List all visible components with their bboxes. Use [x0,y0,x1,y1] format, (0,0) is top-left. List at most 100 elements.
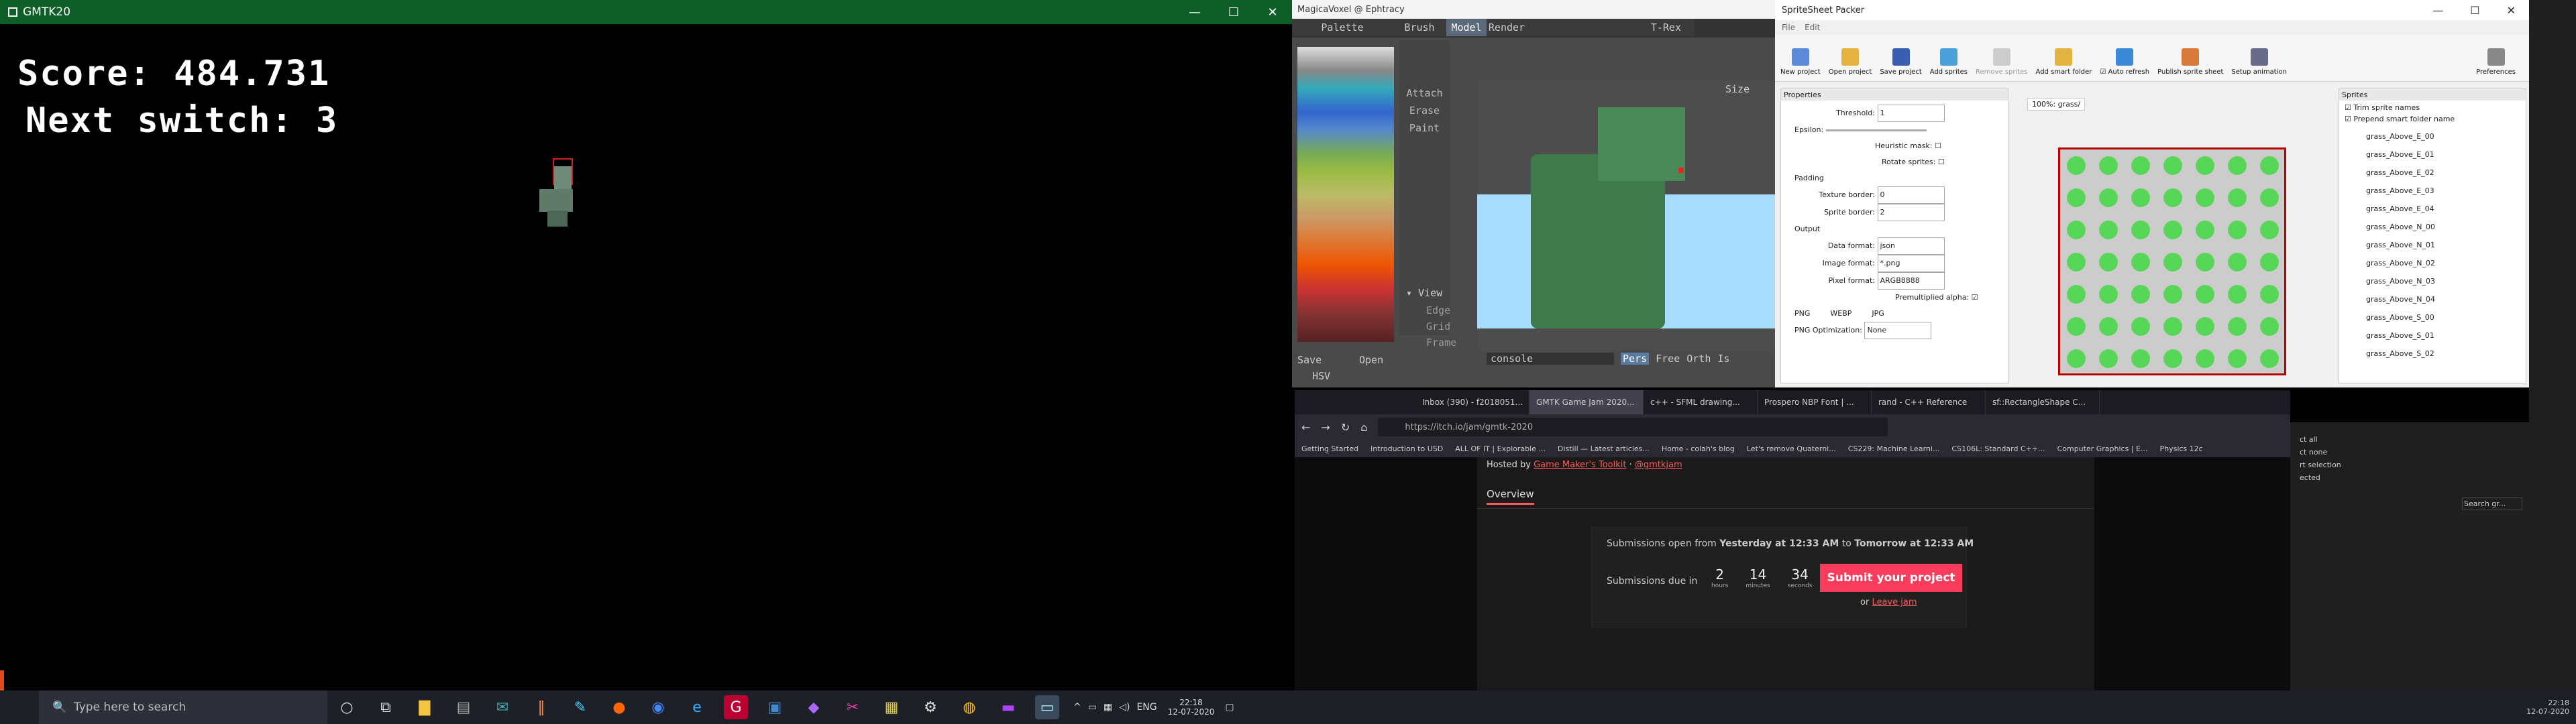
cam-iso[interactable]: Is [1717,353,1729,365]
mode-paint[interactable]: Paint [1409,122,1440,134]
language-label[interactable]: ENG [1136,702,1157,713]
preview-tab[interactable]: 100%: grass/ [2027,98,2086,111]
bookmark-item[interactable]: CS106L: Standard C++... [1951,444,2045,453]
sprite-list-item[interactable]: grass_Above_N_04 [2366,290,2526,308]
trim-names-checkbox[interactable]: Trim sprite names [2353,103,2420,112]
minimize-button[interactable]: — [1175,5,1214,19]
notifications-icon[interactable]: ▢ [1225,702,1234,713]
behind-item[interactable]: ected [2300,471,2529,484]
sprite-list-item[interactable]: grass_Above_E_02 [2366,164,2526,182]
browser-tab[interactable]: c++ - SFML drawing... [1644,390,1758,414]
mail-icon[interactable]: ✉ [490,695,515,719]
png-opt-select[interactable]: None [1864,322,1932,339]
sprite-list-item[interactable]: grass_Above_S_02 [2366,345,2526,363]
tab-png[interactable]: PNG [1794,306,1810,322]
tab-palette[interactable]: Palette [1292,19,1393,36]
home-button[interactable]: ⌂ [1360,421,1367,434]
pixel-format-select[interactable]: ARGB8888 [1877,272,1945,290]
epsilon-slider[interactable] [1825,129,1927,131]
bookmark-item[interactable]: Computer Graphics | E... [2057,444,2148,453]
cortana-icon[interactable]: ○ [335,695,359,719]
bookmark-item[interactable]: Home - colah's blog [1662,444,1735,453]
paint-icon[interactable]: ✎ [568,695,592,719]
texture-border-input[interactable]: 0 [1877,186,1945,204]
visual-studio-icon[interactable]: ◆ [802,695,826,719]
bookmark-item[interactable]: Physics 12c [2159,444,2202,453]
palette-save-button[interactable]: Save [1297,354,1338,366]
sprite-list-item[interactable]: grass_Above_N_00 [2366,218,2526,236]
purple-app-icon[interactable]: ▬ [996,695,1020,719]
app-g-icon[interactable]: G [724,695,748,719]
right-clock[interactable]: 22:18 12-07-2020 [2526,699,2569,716]
submit-project-button[interactable]: Submit your project [1820,564,1962,592]
mode-attach[interactable]: Attach [1406,87,1442,99]
sprite-list-item[interactable]: grass_Above_E_03 [2366,182,2526,200]
view-frame[interactable]: Frame [1426,337,1456,349]
edge-icon[interactable]: e [685,695,709,719]
mode-erase[interactable]: Erase [1409,105,1440,117]
bookmark-item[interactable]: Let's remove Quaterni... [1747,444,1836,453]
maps-icon[interactable]: ◉ [646,695,670,719]
clock[interactable]: 22:18 12-07-2020 [1168,698,1215,717]
tab-render[interactable]: Render [1487,19,1527,36]
settings-icon[interactable]: ⚙ [918,695,943,719]
tab-model[interactable]: Model [1446,19,1487,36]
library-icon[interactable]: ‖ [529,695,553,719]
bookmark-item[interactable]: CS229: Machine Learni... [1848,444,1940,453]
host-link-gmtk[interactable]: Game Maker's Toolkit [1534,460,1626,470]
host-link-twitter[interactable]: @gmtkjam [1635,460,1682,470]
setup-animation-button[interactable]: Setup animation [2231,48,2287,76]
menu-edit[interactable]: Edit [1805,23,1820,32]
browser-tab[interactable]: Inbox (390) - f2018051... [1415,390,1529,414]
photos-icon[interactable]: ▣ [763,695,787,719]
sprite-list-item[interactable]: grass_Above_N_03 [2366,272,2526,290]
sprite-list-item[interactable]: grass_Above_N_02 [2366,254,2526,272]
sp-maximize[interactable]: ☐ [2470,4,2479,17]
bookmark-item[interactable]: ALL OF IT | Explorable ... [1455,444,1546,453]
view-grid[interactable]: Grid [1426,320,1450,333]
back-button[interactable]: ← [1301,421,1310,434]
volume-icon[interactable]: ◁) [1119,702,1130,713]
prepend-checkbox[interactable]: Prepend smart folder name [2353,115,2455,123]
browser-tab[interactable]: Prospero NBP Font | ... [1758,390,1872,414]
sprite-list-item[interactable]: grass_Above_E_04 [2366,200,2526,218]
data-format-select[interactable]: json [1877,237,1945,255]
tray-expand-icon[interactable]: ^ [1073,702,1081,713]
behind-item[interactable]: rt selection [2300,459,2529,471]
sprite-list-item[interactable]: grass_Above_N_01 [2366,236,2526,254]
tray-app-icon[interactable]: ▭ [1088,702,1097,713]
maximize-button[interactable]: ☐ [1214,5,1253,19]
sprite-list-item[interactable]: grass_Above_S_00 [2366,308,2526,326]
palette-open-button[interactable]: Open [1359,354,1393,366]
save-project-button[interactable]: Save project [1880,48,1922,76]
sp-close[interactable]: ✕ [2507,4,2516,17]
sprite-list-item[interactable]: grass_Above_S_01 [2366,326,2526,345]
open-project-button[interactable]: Open project [1829,48,1872,76]
threshold-input[interactable]: 1 [1877,105,1945,122]
cam-pers[interactable]: Pers [1621,353,1650,365]
menu-file[interactable]: File [1782,23,1795,32]
scissors-icon[interactable]: ✂ [841,695,865,719]
browser-tab[interactable]: GMTK Game Jam 2020... [1529,390,1644,414]
voxel-viewport[interactable]: Size [1477,80,1775,350]
url-bar[interactable]: https://itch.io/jam/gmtk-2020 [1378,418,1888,436]
publish-button[interactable]: Publish sprite sheet [2157,48,2223,76]
sprite-list-item[interactable]: grass_Above_E_01 [2366,145,2526,164]
chrome-icon[interactable]: ◍ [957,695,981,719]
file-explorer-icon[interactable]: ▇ [413,695,437,719]
behind-item[interactable]: ct all [2300,433,2529,446]
add-sprites-button[interactable]: Add sprites [1930,48,1968,76]
tab-overview[interactable]: Overview [1487,488,1534,505]
taskbar-search[interactable]: 🔍 Type here to search [39,690,327,724]
cam-free[interactable]: Free [1656,353,1680,365]
behind-item[interactable]: ct none [2300,446,2529,459]
forward-button[interactable]: → [1321,421,1330,434]
browser-tab[interactable]: rand - C++ Reference [1872,390,1986,414]
close-button[interactable]: ✕ [1253,5,1292,19]
image-format-select[interactable]: *.png [1877,255,1945,272]
leave-jam-link[interactable]: Leave jam [1872,597,1917,607]
network-icon[interactable]: ▦ [1104,702,1112,713]
auto-refresh-toggle[interactable]: ☑ Auto refresh [2100,48,2149,76]
firefox-icon[interactable]: ● [607,695,631,719]
tab-jpg[interactable]: JPG [1872,306,1884,322]
